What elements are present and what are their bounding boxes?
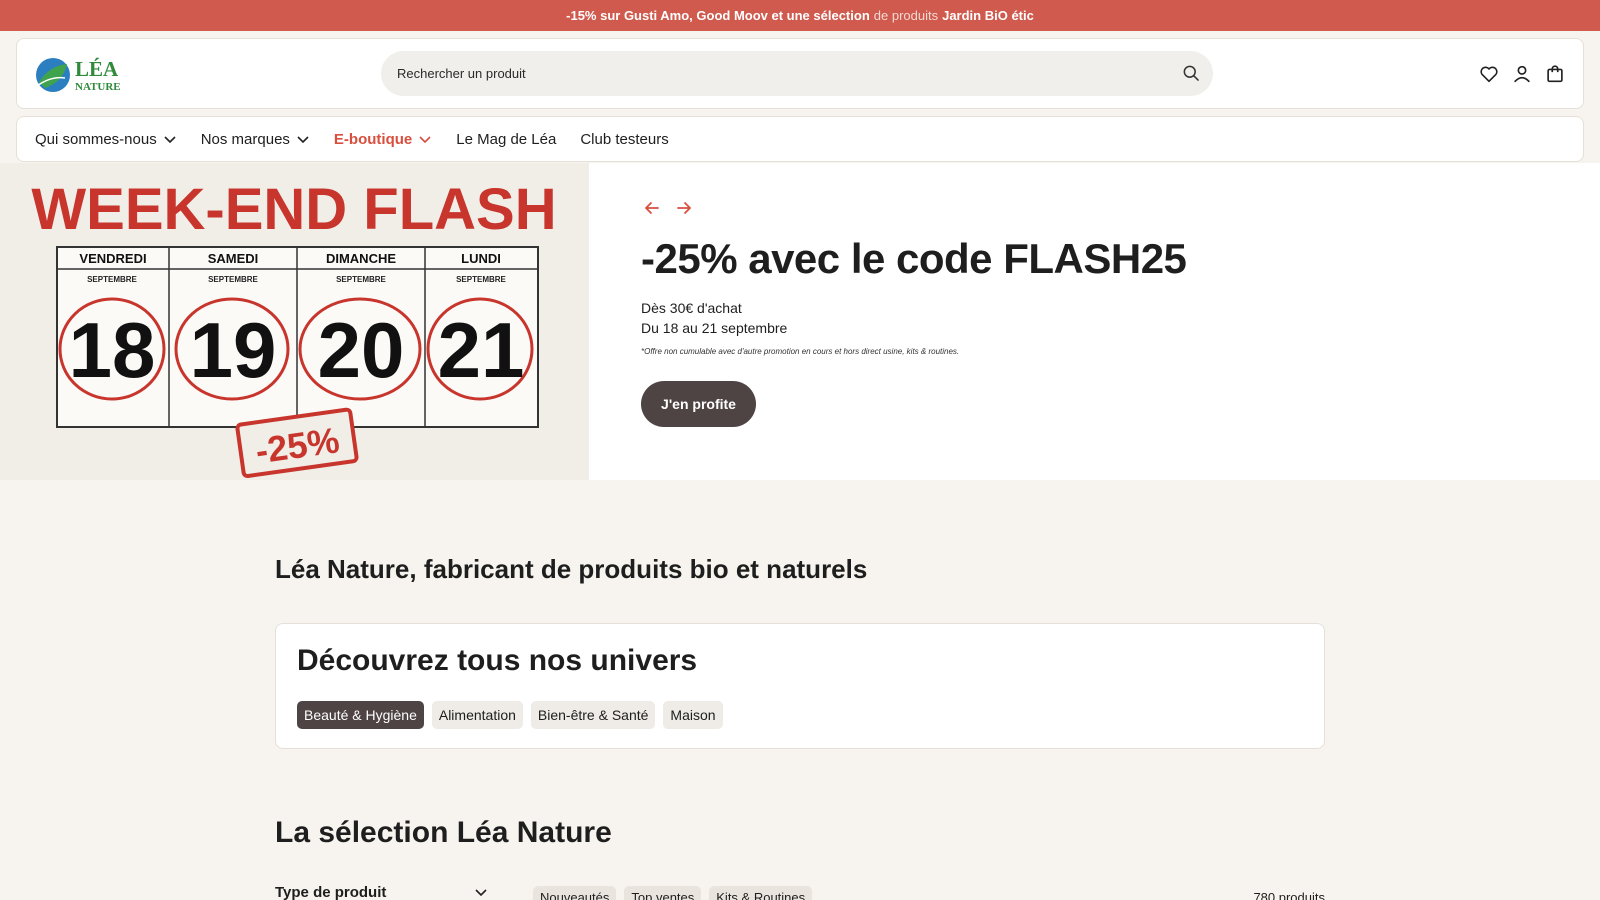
- arrow-left-icon[interactable]: [641, 197, 663, 219]
- hero-line-1: Dès 30€ d'achat: [641, 300, 742, 316]
- nav-label: Nos marques: [200, 130, 290, 148]
- day-name: LUNDI: [461, 251, 501, 266]
- carousel-arrows: [641, 197, 695, 219]
- univers-title: Découvrez tous nos univers: [297, 644, 698, 677]
- day-number: 18: [69, 306, 156, 394]
- day-number: 21: [438, 306, 525, 394]
- promo-text-bold: -15% sur Gusti Amo, Good Moov et une sél…: [566, 8, 870, 23]
- chip-bien-etre-sante[interactable]: Bien-être & Santé: [530, 701, 656, 729]
- month-label: SEPTEMBRE: [208, 275, 258, 284]
- heart-icon[interactable]: [1478, 63, 1500, 85]
- hero-disclaimer: *Offre non cumulable avec d'autre promot…: [641, 347, 960, 356]
- selection-tags: Nouveautés Top ventes Kits & Routines: [533, 886, 813, 900]
- nav-item-nos-marques[interactable]: Nos marques: [201, 131, 310, 148]
- chevron-down-icon: [164, 136, 176, 144]
- chevron-down-icon: [297, 136, 309, 144]
- page-heading: Léa Nature, fabricant de produits bio et…: [275, 554, 868, 584]
- tag-nouveautes[interactable]: Nouveautés: [533, 886, 617, 900]
- bag-icon[interactable]: [1544, 63, 1566, 85]
- month-label: SEPTEMBRE: [87, 275, 137, 284]
- site-header: LÉA NATURE: [16, 38, 1584, 109]
- chip-alimentation[interactable]: Alimentation: [431, 701, 523, 729]
- hero-content: -25% avec le code FLASH25 Dès 30€ d'acha…: [589, 163, 1600, 480]
- univers-chips: Beauté & Hygiène Alimentation Bien-être …: [297, 701, 723, 729]
- tag-kits-routines[interactable]: Kits & Routines: [709, 886, 813, 900]
- product-count: 780 produits: [1253, 890, 1325, 900]
- search-bar: [381, 51, 1213, 96]
- month-label: SEPTEMBRE: [456, 275, 506, 284]
- lea-nature-logo[interactable]: LÉA NATURE: [35, 52, 127, 96]
- chip-maison[interactable]: Maison: [663, 701, 723, 729]
- nav-label: Qui sommes-nous: [35, 130, 157, 148]
- nav-item-qui-sommes-nous[interactable]: Qui sommes-nous: [35, 131, 177, 148]
- jen-profite-button[interactable]: J'en profite: [641, 381, 756, 427]
- day-name: VENDREDI: [79, 251, 146, 266]
- hero-title: -25% avec le code FLASH25: [641, 235, 1187, 282]
- hero-line-2: Du 18 au 21 septembre: [641, 320, 788, 336]
- day-number: 19: [190, 306, 277, 394]
- promo-text-brand: Jardin BiO étic: [942, 8, 1034, 23]
- chevron-down-icon: [419, 136, 431, 144]
- user-icon[interactable]: [1511, 63, 1533, 85]
- nav-label: Club testeurs: [580, 130, 669, 148]
- main-nav: Qui sommes-nous Nos marques E-boutique L…: [16, 116, 1584, 162]
- nav-label: E-boutique: [333, 130, 413, 148]
- day-name: SAMEDI: [208, 251, 259, 266]
- logo-text-bottom: NATURE: [75, 81, 121, 93]
- hero-banner-image[interactable]: WEEK-END FLASH VENDREDI SAMEDI DIMANCHE …: [0, 163, 589, 480]
- chip-beaute-hygiene[interactable]: Beauté & Hygiène: [297, 701, 424, 729]
- selection-title: La sélection Léa Nature: [275, 816, 612, 849]
- arrow-right-icon[interactable]: [673, 197, 695, 219]
- search-input[interactable]: [397, 51, 1157, 96]
- day-number: 20: [318, 306, 405, 394]
- univers-card: Découvrez tous nos univers Beauté & Hygi…: [275, 623, 1325, 749]
- search-icon[interactable]: [1181, 63, 1201, 83]
- banner-title: WEEK-END FLASH: [31, 177, 556, 242]
- nav-label: Le Mag de Léa: [456, 130, 557, 148]
- logo-text-top: LÉA: [75, 57, 119, 81]
- promo-text-light: de produits: [873, 8, 939, 23]
- nav-item-le-mag[interactable]: Le Mag de Léa: [456, 131, 556, 148]
- nav-item-club-testeurs[interactable]: Club testeurs: [580, 131, 668, 148]
- nav-item-e-boutique[interactable]: E-boutique: [334, 131, 432, 148]
- tag-top-ventes[interactable]: Top ventes: [624, 886, 702, 900]
- month-label: SEPTEMBRE: [336, 275, 386, 284]
- chevron-down-icon[interactable]: [474, 885, 488, 899]
- filter-type-label[interactable]: Type de produit: [275, 884, 386, 900]
- day-name: DIMANCHE: [326, 251, 396, 266]
- promo-bar[interactable]: -15% sur Gusti Amo, Good Moov et une sél…: [0, 0, 1600, 31]
